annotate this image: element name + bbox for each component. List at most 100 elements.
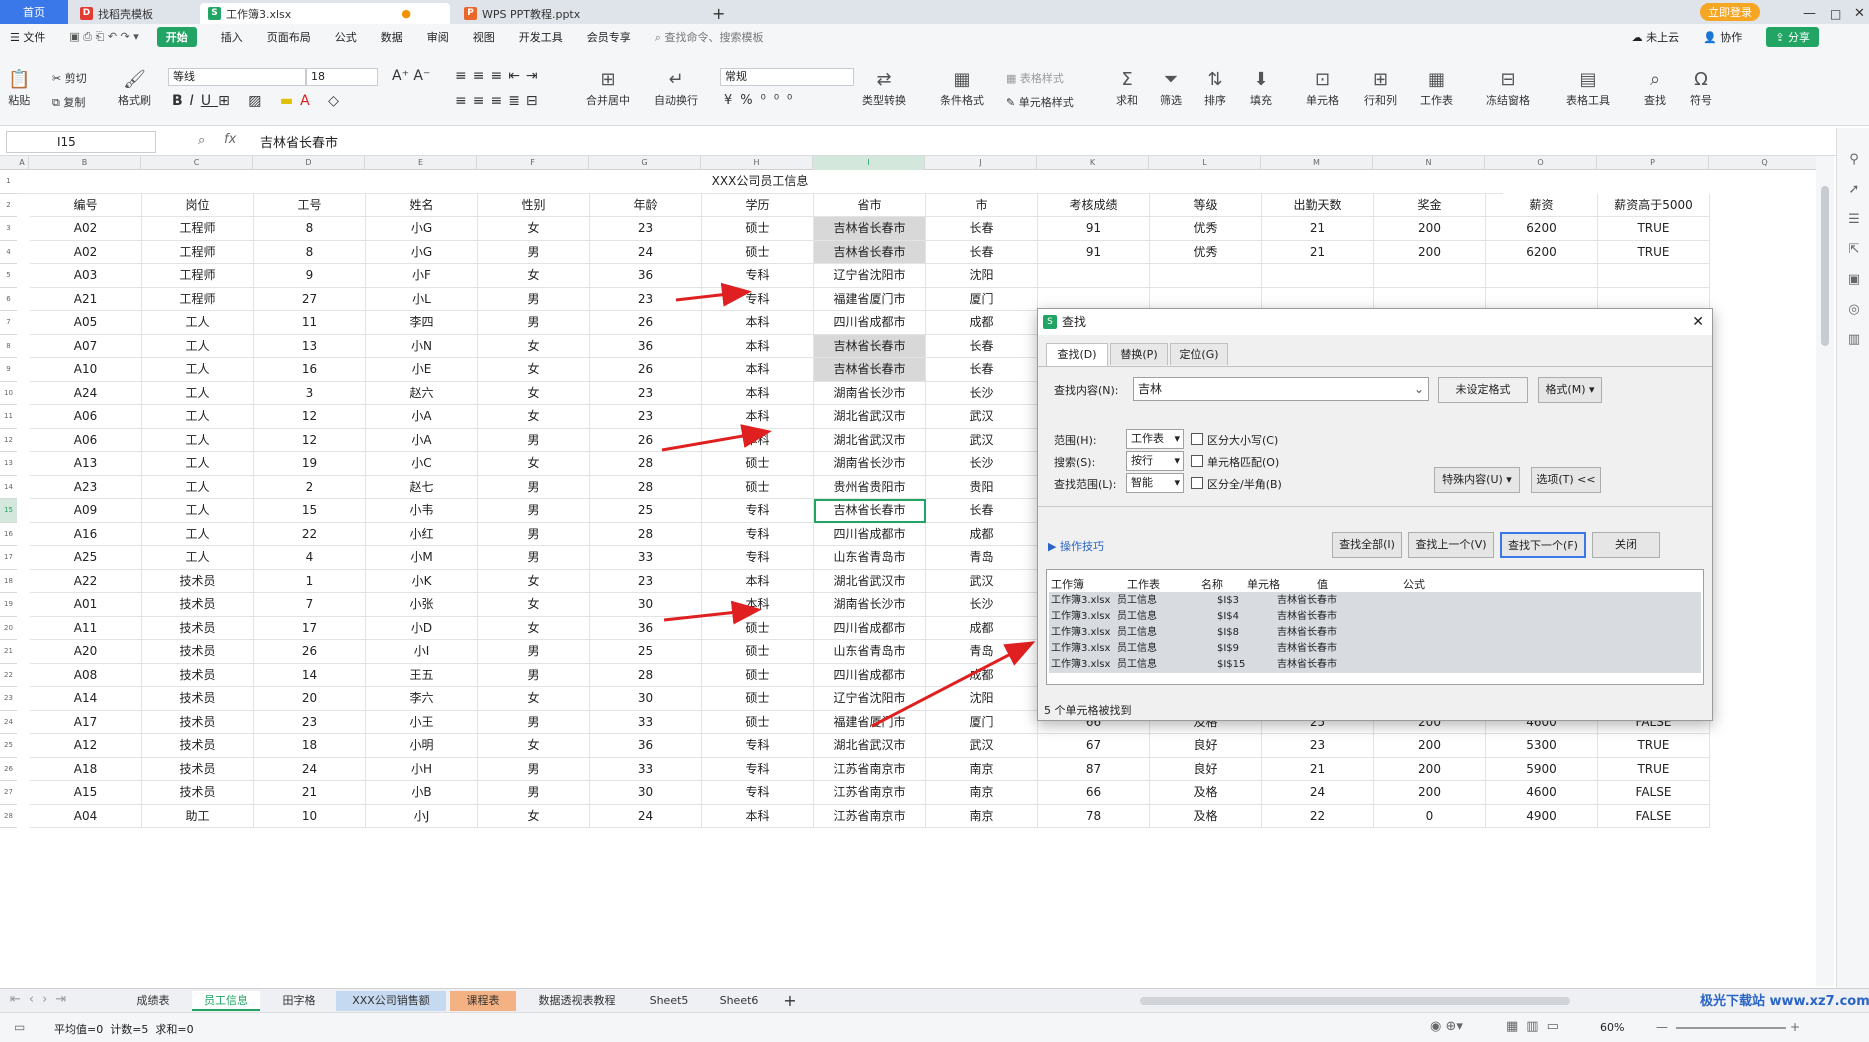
data-cell[interactable]: 13 <box>254 334 366 358</box>
vertical-scrollbar[interactable] <box>1816 156 1834 986</box>
column-title-cell[interactable]: 岗位 <box>142 193 254 217</box>
data-cell[interactable]: 30 <box>590 593 702 617</box>
data-cell[interactable]: 女 <box>478 734 590 758</box>
add-sheet-button[interactable]: + <box>778 991 802 1011</box>
column-title-cell[interactable]: 学历 <box>702 193 814 217</box>
tab-replace[interactable]: 替换(P) <box>1110 343 1168 365</box>
data-cell[interactable]: 小G <box>366 240 478 264</box>
row-header[interactable]: 25 <box>0 734 17 758</box>
data-cell[interactable]: 技术员 <box>142 710 254 734</box>
data-cell[interactable]: 21 <box>1262 757 1374 781</box>
data-cell[interactable]: 技术员 <box>142 616 254 640</box>
menu-start[interactable]: 开始 <box>156 27 197 47</box>
data-cell[interactable]: 良好 <box>1150 757 1262 781</box>
data-cell[interactable]: 12 <box>254 428 366 452</box>
data-cell[interactable]: 技术员 <box>142 781 254 805</box>
data-cell[interactable]: 吉林省长春市 <box>814 334 926 358</box>
maximize-icon[interactable]: □ <box>1822 3 1841 24</box>
data-cell[interactable]: 1 <box>254 569 366 593</box>
data-cell[interactable]: 硕士 <box>702 240 814 264</box>
data-cell[interactable]: 技术员 <box>142 757 254 781</box>
data-cell[interactable]: A11 <box>30 616 142 640</box>
width-checkbox[interactable] <box>1191 477 1203 489</box>
wrap-text-button[interactable]: ↵ 自动换行 <box>654 68 698 108</box>
data-cell[interactable]: 3 <box>254 381 366 405</box>
data-cell[interactable]: 27 <box>254 287 366 311</box>
data-cell[interactable]: 南京 <box>926 781 1038 805</box>
close-button[interactable]: 关闭 <box>1592 532 1660 558</box>
scroll-thumb[interactable] <box>1821 186 1829 346</box>
row-header[interactable]: 1 <box>0 170 17 194</box>
result-row[interactable]: 工作簿3.xlsx 员工信息 $I$15 吉林省长春市 <box>1049 656 1701 673</box>
data-cell[interactable]: 男 <box>478 640 590 664</box>
result-row[interactable]: 工作簿3.xlsx 员工信息 $I$4 吉林省长春市 <box>1049 608 1701 625</box>
column-header[interactable]: I <box>813 156 925 170</box>
data-cell[interactable]: 硕士 <box>702 687 814 711</box>
data-cell[interactable]: 23 <box>590 287 702 311</box>
data-cell[interactable]: 4900 <box>1486 804 1598 828</box>
share-icon[interactable]: ⇱ <box>1846 242 1862 258</box>
data-cell[interactable]: 小I <box>366 640 478 664</box>
data-cell[interactable]: 贵州省贵阳市 <box>814 475 926 499</box>
column-header[interactable]: F <box>477 156 589 170</box>
row-header[interactable]: 15 <box>0 499 17 523</box>
data-cell[interactable]: A15 <box>30 781 142 805</box>
data-cell[interactable]: 湖北省武汉市 <box>814 569 926 593</box>
data-cell[interactable]: 30 <box>590 687 702 711</box>
data-cell[interactable]: A12 <box>30 734 142 758</box>
data-cell[interactable]: 沈阳 <box>926 687 1038 711</box>
formula-input[interactable]: 吉林省长春市 <box>260 132 338 151</box>
data-cell[interactable]: 小G <box>366 217 478 241</box>
number-format-icons[interactable]: ¥%⁰⁰⁰ <box>724 93 800 108</box>
cursor-icon[interactable]: ➚ <box>1846 182 1862 198</box>
settings-slider-icon[interactable]: ☰ <box>1846 212 1862 228</box>
data-cell[interactable]: 长沙 <box>926 381 1038 405</box>
command-search[interactable]: ⌕ 查找命令、搜索模板 <box>655 29 764 45</box>
data-cell[interactable]: 23 <box>590 381 702 405</box>
find-previous-button[interactable]: 查找上一个(V) <box>1408 532 1494 558</box>
data-cell[interactable]: 16 <box>254 358 366 382</box>
data-cell[interactable] <box>1038 264 1150 288</box>
data-cell[interactable]: A08 <box>30 663 142 687</box>
data-cell[interactable]: 28 <box>590 522 702 546</box>
data-cell[interactable]: 33 <box>590 710 702 734</box>
row-header[interactable]: 12 <box>0 429 17 452</box>
data-cell[interactable]: 9 <box>254 264 366 288</box>
data-cell[interactable]: TRUE <box>1598 217 1710 241</box>
find-button[interactable]: ⌕ 查找 <box>1644 68 1666 108</box>
find-next-button[interactable]: 查找下一个(F) <box>1500 532 1586 558</box>
column-header[interactable]: A <box>16 156 29 170</box>
data-cell[interactable]: 长春 <box>926 334 1038 358</box>
column-header[interactable]: E <box>365 156 477 170</box>
column-title-cell[interactable]: 性别 <box>478 193 590 217</box>
tab-home[interactable]: 首页 <box>0 0 68 24</box>
sheet-tab[interactable]: XXX公司销售额 <box>336 991 446 1011</box>
data-cell[interactable]: 成都 <box>926 663 1038 687</box>
data-cell[interactable]: 26 <box>254 640 366 664</box>
data-cell[interactable]: 24 <box>590 804 702 828</box>
menu-member[interactable]: 会员专享 <box>587 29 631 45</box>
data-cell[interactable]: A02 <box>30 217 142 241</box>
data-cell[interactable]: A03 <box>30 264 142 288</box>
row-header[interactable]: 21 <box>0 640 17 664</box>
data-cell[interactable]: A14 <box>30 687 142 711</box>
data-cell[interactable]: 硕士 <box>702 663 814 687</box>
sort-button[interactable]: ⇅ 排序 <box>1204 68 1226 108</box>
zoom-level[interactable]: 60% <box>1600 1021 1624 1034</box>
row-header[interactable]: 7 <box>0 311 17 335</box>
data-cell[interactable]: 沈阳 <box>926 264 1038 288</box>
data-cell[interactable]: 6200 <box>1486 217 1598 241</box>
format-button[interactable]: 格式(M) ▾ <box>1538 377 1602 403</box>
search-order-select[interactable]: 按行 ▾ <box>1126 451 1184 471</box>
data-cell[interactable]: 15 <box>254 499 366 523</box>
data-cell[interactable]: 湖南省长沙市 <box>814 593 926 617</box>
sheet-tab[interactable]: 课程表 <box>450 991 516 1011</box>
data-cell[interactable]: 女 <box>478 405 590 429</box>
column-header[interactable]: L <box>1149 156 1261 170</box>
row-header[interactable]: 11 <box>0 405 17 429</box>
data-cell[interactable]: 本科 <box>702 358 814 382</box>
fx-icon[interactable]: fx <box>224 132 236 147</box>
data-cell[interactable]: 四川省成都市 <box>814 616 926 640</box>
lookin-select[interactable]: 智能 ▾ <box>1126 473 1184 493</box>
data-cell[interactable]: 湖南省长沙市 <box>814 452 926 476</box>
